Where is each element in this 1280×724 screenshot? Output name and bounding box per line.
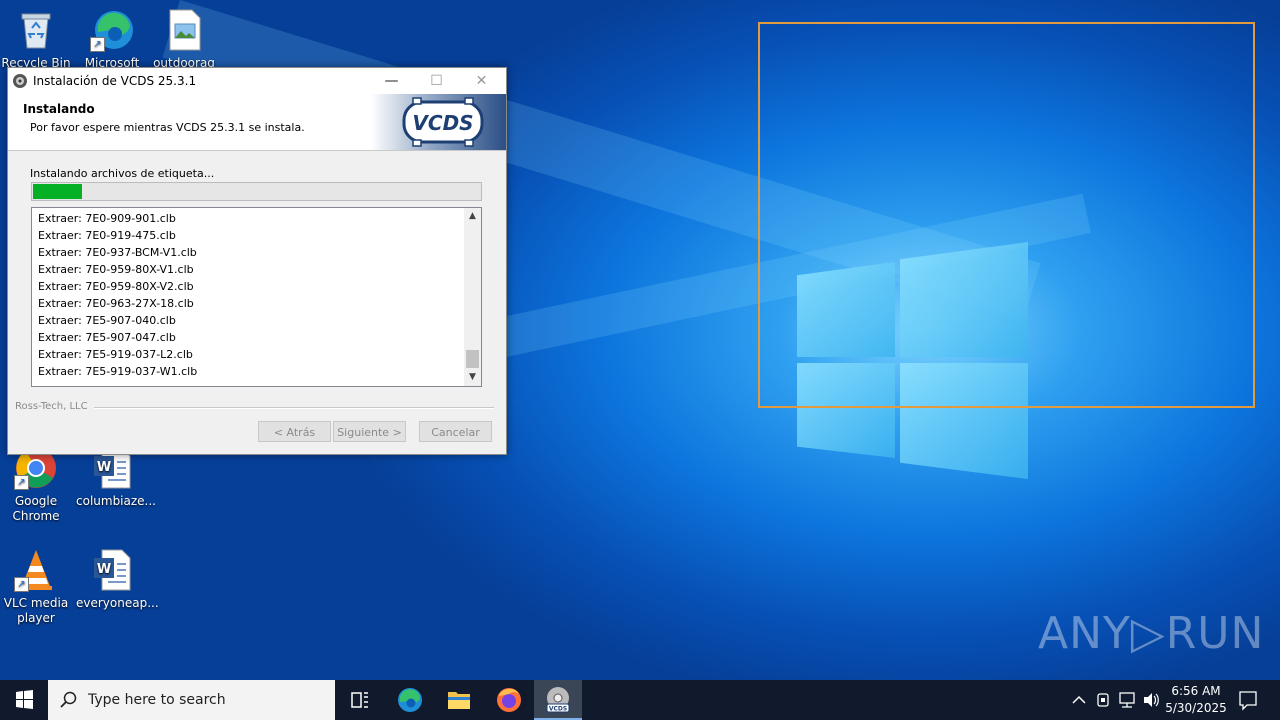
start-button[interactable] xyxy=(0,680,48,720)
vcds-taskbar-label: VCDS xyxy=(549,706,567,713)
taskbar-file-explorer[interactable] xyxy=(435,680,483,720)
clock-time: 6:56 AM xyxy=(1171,684,1221,698)
close-button[interactable]: ✕ xyxy=(459,68,504,94)
notification-icon xyxy=(1239,691,1257,711)
progress-fill xyxy=(33,184,82,199)
install-status-text: Instalando archivos de etiqueta... xyxy=(30,167,215,180)
tray-network-button[interactable] xyxy=(1116,680,1138,720)
cancel-button[interactable]: Cancelar xyxy=(419,421,492,442)
anyrun-watermark: ANY▷RUN xyxy=(1038,608,1265,659)
svg-text:W: W xyxy=(97,562,111,577)
install-progress-bar xyxy=(31,182,482,201)
taskbar: Type here to search VCDS 6:56 AM 5/30/20… xyxy=(0,680,1280,720)
desktop-icon-chrome[interactable]: ↗ Google Chrome xyxy=(0,446,72,524)
windows-start-icon xyxy=(16,690,33,709)
tray-overflow-button[interactable] xyxy=(1068,680,1090,720)
desktop-icon-label: Google Chrome xyxy=(12,494,60,523)
taskbar-firefox[interactable] xyxy=(485,680,533,720)
tray-device-button[interactable] xyxy=(1092,680,1114,720)
desktop-icon-word-doc[interactable]: W everyoneap... xyxy=(76,548,159,611)
network-icon xyxy=(1119,692,1135,708)
next-button[interactable]: Siguiente > xyxy=(333,421,406,442)
desktop-icon-word-doc[interactable]: W columbiaze... xyxy=(76,446,156,509)
log-item: Extraer: 7E0-937-BCM-V1.clb xyxy=(38,246,197,259)
device-icon xyxy=(1097,693,1109,707)
log-item: Extraer: 7E5-919-037-W1.clb xyxy=(38,365,198,378)
desktop-icon-outdoorag[interactable]: outdoorag xyxy=(148,8,220,71)
recycle-bin-icon xyxy=(14,8,58,52)
vcds-installer-icon: VCDS xyxy=(546,687,570,713)
log-item: Extraer: 7E0-959-80X-V1.clb xyxy=(38,263,194,276)
word-document-icon: W xyxy=(90,548,134,592)
chevron-up-icon xyxy=(1072,695,1086,704)
log-scrollbar[interactable]: ▲ ▼ xyxy=(464,208,481,386)
log-item: Extraer: 7E0-959-80X-V2.clb xyxy=(38,280,194,293)
taskbar-vcds-installer[interactable]: VCDS xyxy=(534,680,582,720)
dialog-titlebar[interactable]: Instalación de VCDS 25.3.1 — ☐ ✕ xyxy=(8,68,506,94)
scroll-thumb[interactable] xyxy=(466,350,479,368)
volume-icon xyxy=(1144,693,1159,707)
vlc-icon: ↗ xyxy=(14,548,58,592)
vcds-banner: VCDS xyxy=(371,94,506,150)
desktop-icon-label: columbiaze... xyxy=(76,494,156,508)
shortcut-arrow-icon: ↗ xyxy=(14,475,29,490)
search-icon xyxy=(60,691,78,709)
header-subtitle: Por favor espere mientras VCDS 25.3.1 se… xyxy=(30,121,305,134)
brand-divider xyxy=(94,407,494,409)
taskbar-clock[interactable]: 6:56 AM 5/30/2025 xyxy=(1160,683,1232,717)
shortcut-arrow-icon: ↗ xyxy=(14,577,29,592)
selection-rectangle xyxy=(758,22,1255,408)
desktop-icon-edge[interactable]: ↗ Microsoft xyxy=(76,8,148,71)
edge-icon xyxy=(398,688,422,712)
vcds-logo-text: VCDS xyxy=(412,111,473,135)
edge-icon: ↗ xyxy=(90,8,134,52)
vcds-logo-icon: VCDS xyxy=(402,97,484,147)
desktop: Recycle Bin ↗ Microsoft outdoorag ↗ Goog… xyxy=(0,0,1280,680)
install-log-list[interactable]: Extraer: 7E0-909-901.clb Extraer: 7E0-919… xyxy=(31,207,482,387)
task-view-button[interactable] xyxy=(336,680,384,720)
log-item: Extraer: 7E5-919-037-L2.clb xyxy=(38,348,193,361)
minimize-button[interactable]: — xyxy=(369,68,414,94)
notifications-button[interactable] xyxy=(1234,680,1262,720)
task-view-icon xyxy=(351,692,368,708)
tray-volume-button[interactable] xyxy=(1140,680,1162,720)
shortcut-arrow-icon: ↗ xyxy=(90,37,105,52)
log-item: Extraer: 7E0-963-27X-18.clb xyxy=(38,297,194,310)
desktop-icon-label: VLC media player xyxy=(3,596,69,625)
log-item: Extraer: 7E5-907-040.clb xyxy=(38,314,176,327)
back-button[interactable]: < Atrás xyxy=(258,421,331,442)
desktop-icon-vlc[interactable]: ↗ VLC media player xyxy=(0,548,72,626)
desktop-icon-recycle-bin[interactable]: Recycle Bin xyxy=(0,8,72,71)
taskbar-search-box[interactable]: Type here to search xyxy=(48,680,335,720)
search-placeholder: Type here to search xyxy=(88,692,226,708)
header-title: Instalando xyxy=(23,102,95,116)
log-item: Extraer: 7E5-907-047.clb xyxy=(38,331,176,344)
taskbar-edge[interactable] xyxy=(386,680,434,720)
scroll-down-icon[interactable]: ▼ xyxy=(464,369,481,386)
dialog-title: Instalación de VCDS 25.3.1 xyxy=(33,74,197,88)
brand-label: Ross-Tech, LLC xyxy=(15,401,88,412)
dialog-header: Instalando Por favor espere mientras VCD… xyxy=(8,94,506,151)
firefox-icon xyxy=(497,688,521,712)
scroll-up-icon[interactable]: ▲ xyxy=(464,208,481,225)
maximize-button[interactable]: ☐ xyxy=(414,68,459,94)
log-item: Extraer: 7E0-919-475.clb xyxy=(38,229,176,242)
log-items: Extraer: 7E0-909-901.clb Extraer: 7E0-919… xyxy=(38,210,197,380)
log-item: Extraer: 7E0-909-901.clb xyxy=(38,212,176,225)
folder-icon xyxy=(448,692,470,709)
desktop-icon-label: everyoneap... xyxy=(76,596,159,610)
clock-date: 5/30/2025 xyxy=(1165,701,1227,715)
image-file-icon xyxy=(162,8,206,52)
installer-dialog: Instalación de VCDS 25.3.1 — ☐ ✕ Instala… xyxy=(7,67,507,455)
vcds-app-icon xyxy=(12,73,28,89)
svg-text:W: W xyxy=(97,460,111,475)
